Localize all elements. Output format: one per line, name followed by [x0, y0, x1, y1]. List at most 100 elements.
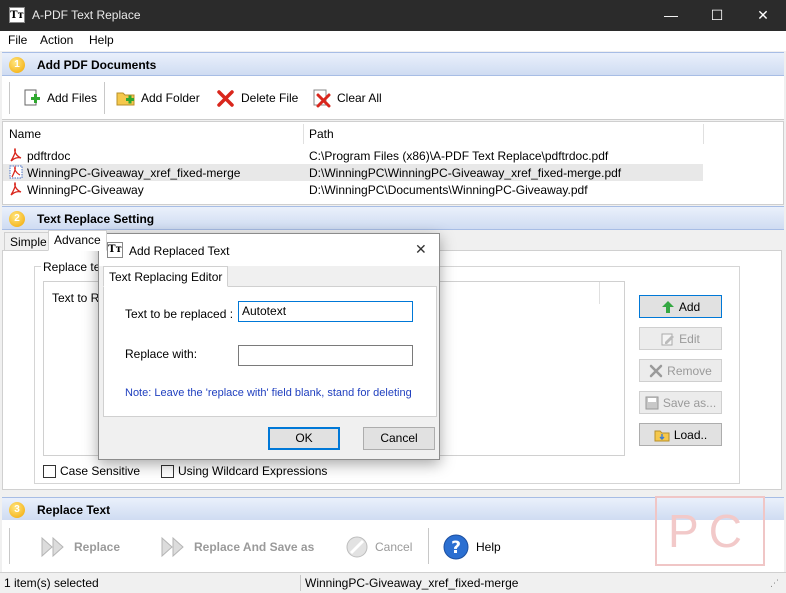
column-divider	[703, 124, 704, 144]
remove-x-icon	[649, 364, 663, 377]
delete-file-button[interactable]: Delete File	[216, 86, 298, 110]
status-bar: 1 item(s) selected WinningPC-Giveaway_xr…	[0, 572, 786, 593]
text-to-replace-label: Text to be replaced :	[125, 307, 234, 321]
help-button[interactable]: ? Help	[442, 533, 501, 561]
help-question-icon: ?	[443, 534, 469, 560]
replace-with-input[interactable]	[238, 345, 413, 366]
file-path: D:\WinningPC\WinningPC-Giveaway_xref_fix…	[309, 166, 622, 180]
tab-text-replacing-editor[interactable]: Text Replacing Editor	[103, 266, 229, 287]
section-title: Text Replace Setting	[37, 212, 155, 226]
add-folder-label: Add Folder	[141, 91, 200, 105]
replace-arrows-icon	[41, 536, 64, 558]
remove-button[interactable]: Remove	[639, 359, 722, 382]
window-title: A-PDF Text Replace	[32, 8, 141, 22]
add-folder-button[interactable]: Add Folder	[116, 86, 200, 110]
file-path: D:\WinningPC\Documents\WinningPC-Giveawa…	[309, 183, 588, 197]
section-title: Add PDF Documents	[37, 58, 157, 72]
section-text-replace-setting: 2 Text Replace Setting	[2, 206, 784, 230]
add-files-label: Add Files	[47, 91, 98, 105]
step-number-icon: 3	[9, 502, 25, 518]
title-bar: Tт A-PDF Text Replace — ☐ ✕	[0, 0, 786, 31]
menu-bar: File Action Help	[0, 31, 786, 51]
dialog-tab-panel: Text to be replaced : Autotext Replace w…	[103, 286, 437, 417]
add-button-label: Add	[678, 299, 701, 314]
save-as-button[interactable]: Save as...	[639, 391, 722, 414]
replace-button-label: Replace	[74, 540, 121, 554]
clear-all-button[interactable]: Clear All	[312, 86, 382, 110]
add-files-button[interactable]: Add Files	[22, 86, 97, 110]
watermark-logo: PC	[655, 496, 765, 566]
table-row[interactable]: WinningPC-Giveaway_xref_fixed-merge D:\W…	[3, 164, 703, 181]
replace-and-save-label: Replace And Save as	[194, 540, 315, 554]
column-divider	[303, 124, 304, 144]
cancel-button-label: Cancel	[375, 540, 413, 554]
section-add-pdf: 1 Add PDF Documents	[2, 52, 784, 76]
file-list[interactable]: Name Path pdftrdoc C:\Program Files (x86…	[2, 121, 784, 205]
status-selected-count: 1 item(s) selected	[4, 576, 99, 590]
add-button[interactable]: Add	[639, 295, 722, 318]
delete-x-icon	[216, 88, 236, 108]
wildcard-label: Using Wildcard Expressions	[178, 464, 328, 478]
add-replaced-text-dialog: Tт Add Replaced Text ✕ Text Replacing Ed…	[98, 233, 440, 460]
status-divider	[300, 575, 301, 591]
section-title: Replace Text	[37, 503, 111, 517]
app-icon: Tт	[9, 7, 25, 23]
clear-all-label: Clear All	[337, 91, 382, 105]
pdf-file-icon	[10, 182, 22, 196]
tab-simple[interactable]: Simple	[4, 232, 53, 252]
wildcard-option[interactable]: Using Wildcard Expressions	[161, 464, 327, 478]
edit-icon	[661, 333, 675, 345]
delete-file-label: Delete File	[241, 91, 299, 105]
wildcard-checkbox[interactable]	[161, 464, 174, 478]
remove-button-label: Remove	[667, 363, 712, 378]
resize-grip-icon[interactable]: ⋰	[770, 578, 779, 589]
menu-help[interactable]: Help	[89, 33, 114, 47]
dialog-close-button[interactable]: ✕	[415, 241, 427, 258]
dialog-cancel-button[interactable]: Cancel	[363, 427, 435, 450]
toolbar-divider	[104, 82, 105, 114]
column-header-path[interactable]: Path	[309, 127, 334, 141]
menu-file[interactable]: File	[8, 33, 27, 47]
table-row[interactable]: WinningPC-Giveaway D:\WinningPC\Document…	[3, 181, 703, 198]
case-sensitive-label: Case Sensitive	[60, 464, 141, 478]
load-folder-icon	[654, 430, 670, 441]
cancel-circle-icon	[346, 536, 368, 558]
case-sensitive-checkbox[interactable]	[43, 464, 56, 478]
edit-button[interactable]: Edit	[639, 327, 722, 350]
add-folder-icon	[116, 88, 136, 108]
replace-save-arrows-icon	[161, 536, 184, 558]
clear-all-icon	[312, 88, 332, 108]
column-header-name[interactable]: Name	[9, 127, 41, 141]
cancel-button[interactable]: Cancel	[345, 533, 412, 561]
replace-button[interactable]: Replace	[40, 533, 120, 561]
minimize-button[interactable]: —	[648, 0, 694, 31]
file-name: WinningPC-Giveaway_xref_fixed-merge	[27, 166, 241, 180]
dialog-title: Add Replaced Text	[129, 244, 230, 258]
text-to-replace-input[interactable]: Autotext	[238, 301, 413, 322]
load-button[interactable]: Load..	[639, 423, 722, 446]
load-button-label: Load..	[673, 427, 708, 442]
dialog-note: Note: Leave the 'replace with' field bla…	[125, 387, 412, 399]
edit-button-label: Edit	[679, 331, 700, 346]
tab-advance[interactable]: Advance	[48, 230, 107, 251]
status-current-file: WinningPC-Giveaway_xref_fixed-merge	[305, 576, 519, 590]
ok-button[interactable]: OK	[268, 427, 340, 450]
menu-action[interactable]: Action	[40, 33, 73, 47]
maximize-button[interactable]: ☐	[694, 0, 740, 31]
close-button[interactable]: ✕	[740, 0, 786, 31]
file-name: WinningPC-Giveaway	[27, 183, 144, 197]
add-arrow-icon	[661, 300, 674, 313]
case-sensitive-option[interactable]: Case Sensitive	[43, 464, 140, 478]
toolbar-divider	[428, 528, 429, 564]
toolbar-divider	[9, 82, 10, 114]
pdf-file-icon	[9, 165, 23, 179]
step-number-icon: 1	[9, 57, 25, 73]
replace-and-save-button[interactable]: Replace And Save as	[160, 533, 314, 561]
dialog-title-bar: Tт Add Replaced Text ✕	[99, 234, 439, 266]
step-number-icon: 2	[9, 211, 25, 227]
file-name: pdftrdoc	[27, 149, 71, 163]
file-path: C:\Program Files (x86)\A-PDF Text Replac…	[309, 149, 609, 163]
toolbar-divider	[9, 528, 10, 564]
table-row[interactable]: pdftrdoc C:\Program Files (x86)\A-PDF Te…	[3, 147, 703, 164]
pdf-file-icon	[10, 148, 22, 162]
